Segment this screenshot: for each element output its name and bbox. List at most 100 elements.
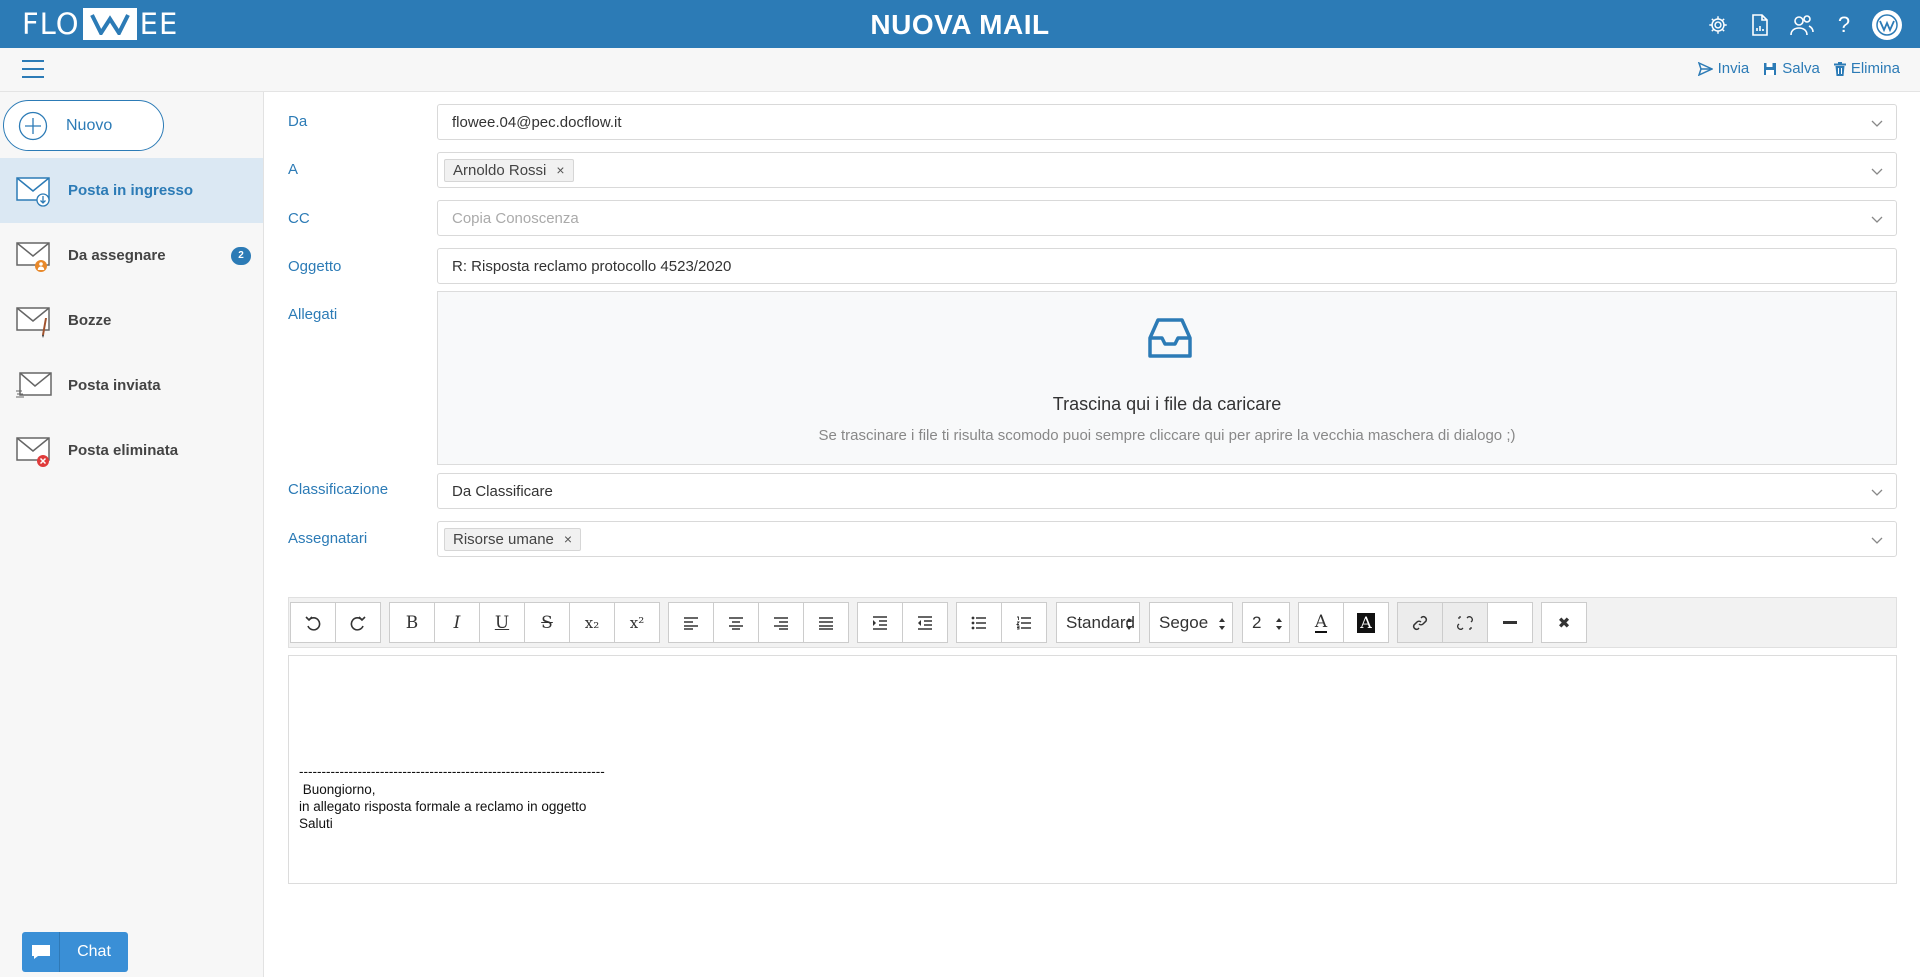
bullet-list-button[interactable] [956, 602, 1002, 643]
outdent-button[interactable] [902, 602, 948, 643]
chat-label: Chat [77, 943, 111, 960]
font-size-select[interactable]: 2 [1242, 602, 1290, 643]
link-icon [1412, 615, 1428, 630]
to-assign-icon [16, 241, 50, 272]
body-line: Saluti [299, 816, 333, 831]
send-button[interactable]: Invia [1697, 60, 1749, 77]
bullet-list-icon [971, 616, 986, 629]
avatar[interactable] [1872, 10, 1902, 40]
bold-button[interactable]: B [389, 602, 435, 643]
select-arrows-icon [1276, 618, 1282, 630]
font-style-select[interactable]: Standard [1056, 602, 1140, 643]
remove-tag-icon[interactable]: × [556, 162, 564, 178]
undo-icon [305, 615, 321, 631]
gear-icon[interactable] [1704, 11, 1732, 39]
subscript-button[interactable]: x₂ [569, 602, 615, 643]
select-arrows-icon [1219, 618, 1225, 630]
save-label: Salva [1782, 60, 1820, 77]
report-icon[interactable] [1746, 11, 1774, 39]
select-arrows-icon [1126, 618, 1132, 630]
from-label: Da [288, 113, 308, 130]
background-color-button[interactable]: A [1343, 602, 1389, 643]
quote-separator: ----------------------------------------… [299, 764, 605, 779]
sidebar-item-sent[interactable]: Posta inviata [0, 353, 263, 418]
flowee-logo[interactable]: FLO EE [22, 7, 178, 41]
classification-value: Da Classificare [452, 482, 553, 500]
page-title: NUOVA MAIL [870, 9, 1050, 40]
assignee-tag-label: Risorse umane [453, 530, 554, 548]
remove-format-button[interactable]: ✖ [1541, 602, 1587, 643]
cc-label: CC [288, 210, 310, 227]
body-line: Buongiorno, [299, 782, 376, 797]
new-mail-button[interactable]: Nuovo [3, 100, 164, 151]
superscript-button[interactable]: x² [614, 602, 660, 643]
subject-input[interactable]: R: Risposta reclamo protocollo 4523/2020 [437, 248, 1897, 284]
remove-tag-icon[interactable]: × [564, 531, 572, 547]
sidebar-item-label: Da assegnare [68, 247, 166, 264]
numbered-list-button[interactable] [1001, 602, 1047, 643]
chevron-down-icon [1871, 168, 1883, 175]
help-icon[interactable]: ? [1830, 11, 1858, 39]
text-color-button[interactable]: A [1298, 602, 1344, 643]
sidebar-item-label: Bozze [68, 312, 112, 329]
align-justify-button[interactable] [803, 602, 849, 643]
undo-button[interactable] [290, 602, 336, 643]
to-field[interactable]: Arnoldo Rossi × [437, 152, 1897, 188]
sidebar-item-deleted[interactable]: Posta eliminata [0, 418, 263, 483]
assignees-label: Assegnatari [288, 530, 368, 547]
inbox-icon [16, 176, 50, 207]
attachments-dropzone[interactable]: Trascina qui i file da caricare Se trasc… [437, 291, 1897, 465]
align-right-button[interactable] [758, 602, 804, 643]
font-family-select[interactable]: Segoe [1149, 602, 1233, 643]
deleted-icon [16, 436, 50, 467]
delete-button[interactable]: Elimina [1833, 60, 1900, 77]
redo-button[interactable] [335, 602, 381, 643]
sidebar: Nuovo Posta in ingresso Da assegnare 2 B… [0, 92, 264, 977]
chevron-down-icon [1871, 537, 1883, 544]
inbox-tray-icon [1148, 318, 1192, 358]
redo-icon [350, 615, 366, 631]
message-body-editor[interactable]: ----------------------------------------… [288, 655, 1897, 884]
logo-text-left: FLO [22, 7, 80, 41]
align-right-icon [774, 616, 788, 630]
sidebar-item-label: Posta eliminata [68, 442, 179, 459]
align-left-button[interactable] [668, 602, 714, 643]
new-mail-label: Nuovo [66, 116, 113, 134]
save-button[interactable]: Salva [1763, 60, 1820, 77]
italic-button[interactable]: I [434, 602, 480, 643]
sidebar-item-label: Posta inviata [68, 377, 161, 394]
link-button[interactable] [1397, 602, 1443, 643]
attachments-label: Allegati [288, 306, 338, 323]
from-select[interactable]: flowee.04@pec.docflow.it [437, 104, 1897, 140]
align-center-icon [729, 616, 743, 630]
underline-button[interactable]: U [479, 602, 525, 643]
trash-icon [1833, 61, 1846, 76]
align-center-button[interactable] [713, 602, 759, 643]
chevron-down-icon [1871, 120, 1883, 127]
unlink-icon [1457, 615, 1473, 630]
users-icon[interactable] [1788, 11, 1816, 39]
horizontal-rule-button[interactable] [1487, 602, 1533, 643]
send-icon [1697, 61, 1713, 76]
sidebar-item-to-assign[interactable]: Da assegnare 2 [0, 223, 263, 288]
to-assign-count-badge: 2 [231, 247, 251, 265]
action-bar: Invia Salva Elimina [0, 48, 1920, 92]
indent-button[interactable] [857, 602, 903, 643]
top-bar: FLO EE NUOVA MAIL ? [0, 0, 1920, 48]
menu-icon[interactable] [22, 60, 44, 80]
sidebar-item-drafts[interactable]: Bozze [0, 288, 263, 353]
unlink-button[interactable] [1442, 602, 1488, 643]
to-label: A [288, 161, 299, 178]
chat-button[interactable]: Chat [22, 932, 128, 972]
classification-select[interactable]: Da Classificare [437, 473, 1897, 509]
strikethrough-button[interactable]: S [524, 602, 570, 643]
sidebar-item-inbox[interactable]: Posta in ingresso [0, 158, 263, 223]
assignees-field[interactable]: Risorse umane × [437, 521, 1897, 557]
subject-value: R: Risposta reclamo protocollo 4523/2020 [452, 257, 732, 275]
body-line: in allegato risposta formale a reclamo i… [299, 799, 587, 814]
cc-field[interactable]: Copia Conoscenza [437, 200, 1897, 236]
logo-w-mark [82, 8, 137, 40]
plus-circle-icon [18, 111, 48, 140]
sidebar-item-label: Posta in ingresso [68, 182, 194, 199]
chat-bubble-icon [31, 945, 50, 959]
